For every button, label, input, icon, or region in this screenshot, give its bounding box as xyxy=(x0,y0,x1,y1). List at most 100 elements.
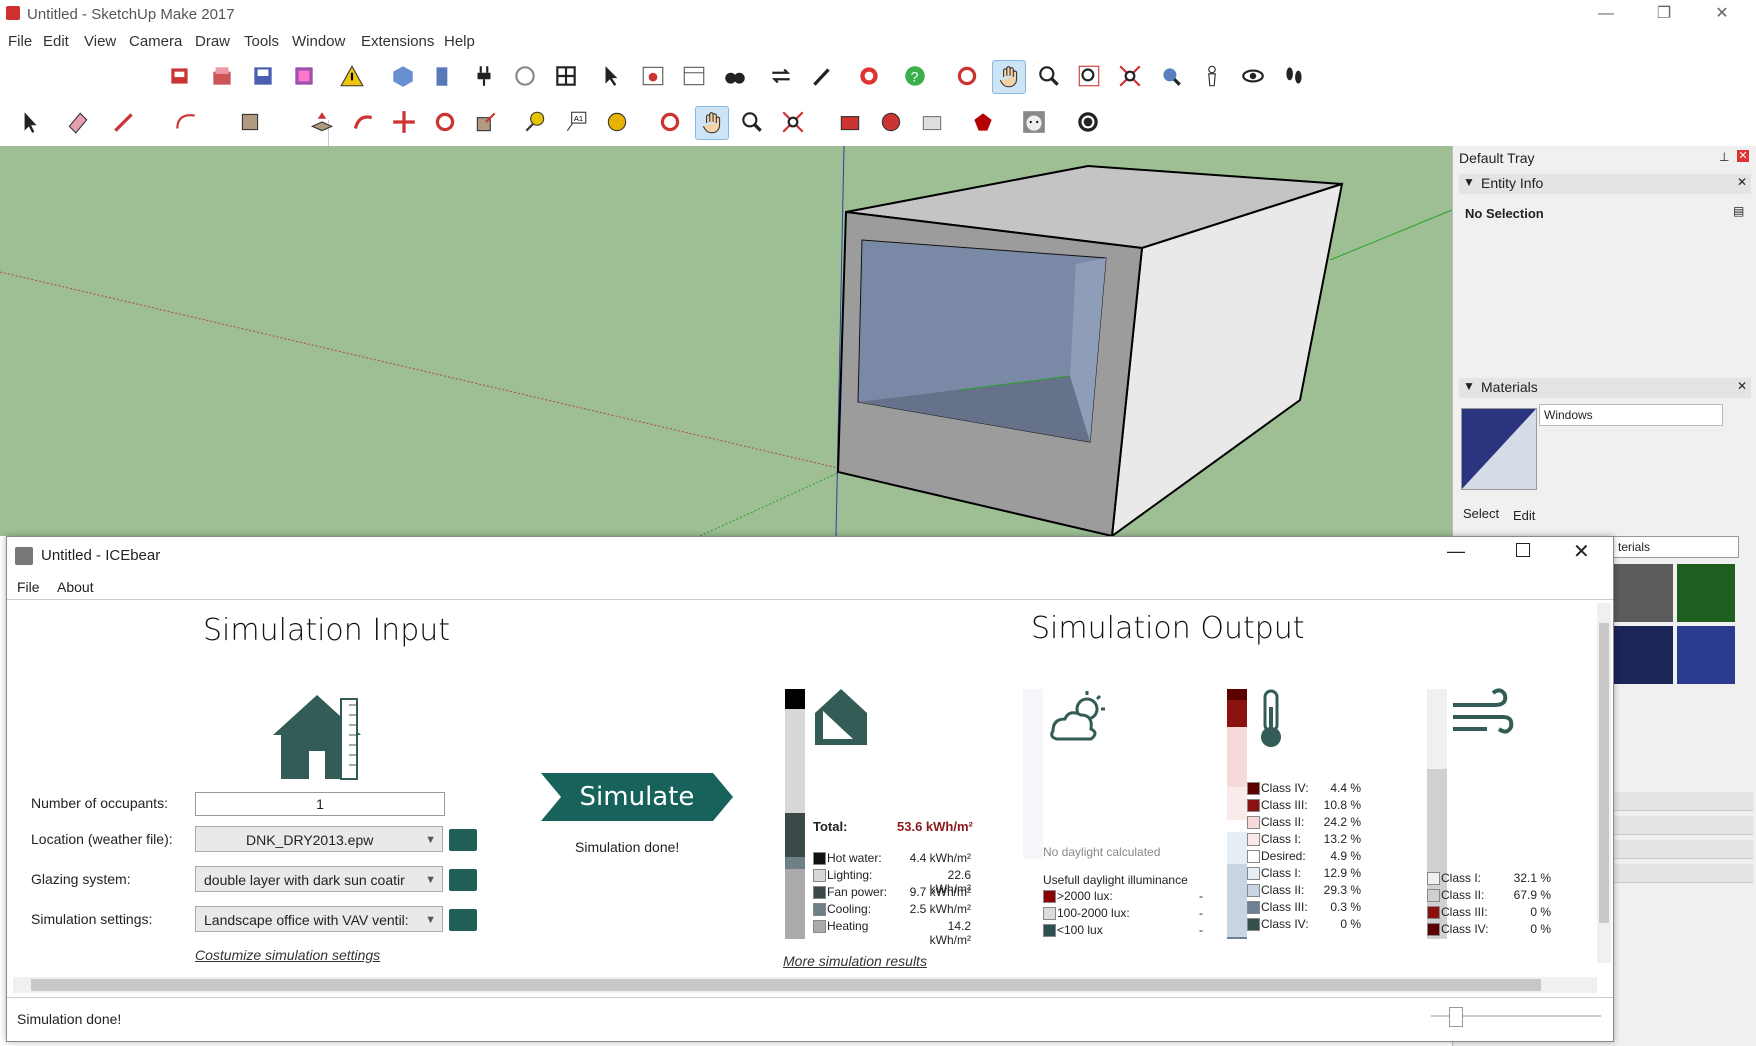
menu-window[interactable]: Window xyxy=(292,33,345,50)
menu-view[interactable]: View xyxy=(84,33,116,50)
zoom-tool-icon[interactable] xyxy=(736,106,768,138)
swap-icon[interactable] xyxy=(765,60,797,92)
settings-dropdown[interactable]: Landscape office with VAV ventil: ▼ xyxy=(195,906,443,932)
menu-tools[interactable]: Tools xyxy=(244,33,279,50)
icebear-close-button[interactable]: ✕ xyxy=(1573,539,1590,564)
share-model-icon[interactable] xyxy=(916,106,948,138)
warning-icon[interactable] xyxy=(336,60,368,92)
horizontal-scrollbar[interactable] xyxy=(13,977,1597,993)
table-icon[interactable] xyxy=(678,60,710,92)
walk-icon[interactable] xyxy=(1278,60,1310,92)
rectangle-icon[interactable] xyxy=(234,106,266,138)
collapsed-panel[interactable] xyxy=(1613,840,1753,859)
share-component-icon[interactable] xyxy=(875,106,907,138)
push-pull-icon[interactable] xyxy=(306,106,338,138)
pan-tool-icon[interactable] xyxy=(695,106,729,140)
swatch-gray[interactable] xyxy=(1613,564,1673,622)
look-around-icon[interactable] xyxy=(1237,60,1269,92)
globe-icon[interactable] xyxy=(509,60,541,92)
customize-settings-link[interactable]: Costumize simulation settings xyxy=(195,947,380,963)
zoom-icon[interactable] xyxy=(1033,60,1065,92)
save-icon[interactable] xyxy=(247,60,279,92)
occupants-input[interactable]: 1 xyxy=(195,792,445,816)
arc-icon[interactable] xyxy=(170,106,202,138)
eraser-icon[interactable] xyxy=(62,106,94,138)
follow-me-icon[interactable] xyxy=(347,106,379,138)
vertical-scrollbar[interactable] xyxy=(1597,603,1611,963)
zoom-slider-thumb[interactable] xyxy=(1449,1007,1463,1027)
pan-icon[interactable] xyxy=(992,60,1026,94)
tray-close-icon[interactable]: ✕ xyxy=(1737,150,1749,162)
menu-help[interactable]: Help xyxy=(444,33,475,50)
icebear-menu-file[interactable]: File xyxy=(17,579,40,595)
select-tool-icon[interactable] xyxy=(14,106,46,138)
tape-measure-icon[interactable] xyxy=(519,106,551,138)
orbit-tool-icon[interactable] xyxy=(654,106,686,138)
model-viewport[interactable] xyxy=(0,146,1452,536)
simulate-button[interactable]: Simulate xyxy=(541,773,733,821)
location-dropdown[interactable]: DNK_DRY2013.epw ▼ xyxy=(195,826,443,852)
icebear-minimize-button[interactable]: — xyxy=(1447,541,1465,562)
glazing-dropdown[interactable]: double layer with dark sun coatir ▼ xyxy=(195,866,443,892)
reload-icon[interactable] xyxy=(1072,106,1104,138)
browser-icon[interactable] xyxy=(637,60,669,92)
maximize-button[interactable]: ❐ xyxy=(1641,2,1687,26)
panel-close-icon[interactable]: ✕ xyxy=(1737,175,1747,189)
collapsed-panel[interactable] xyxy=(1613,864,1753,883)
folder-icon[interactable] xyxy=(449,829,477,851)
tab-select[interactable]: Select xyxy=(1463,506,1499,521)
entity-info-header[interactable]: ▼ Entity Info ✕ xyxy=(1459,174,1751,194)
text-tool-icon[interactable]: A1 xyxy=(560,106,592,138)
scrollbar-thumb[interactable] xyxy=(1599,623,1609,923)
rotate-icon[interactable] xyxy=(429,106,461,138)
select-question-icon[interactable] xyxy=(596,60,628,92)
zoom-extents-icon[interactable] xyxy=(1114,60,1146,92)
swatch-green[interactable] xyxy=(1677,564,1735,622)
binoculars-icon[interactable] xyxy=(719,60,751,92)
details-icon[interactable]: ▤ xyxy=(1733,204,1744,218)
menu-file[interactable]: File xyxy=(8,33,32,50)
plug-icon[interactable] xyxy=(468,60,500,92)
menu-camera[interactable]: Camera xyxy=(129,33,182,50)
grid-icon[interactable] xyxy=(550,60,582,92)
folder-icon[interactable] xyxy=(449,909,477,931)
material-collection-dropdown[interactable]: terials xyxy=(1613,536,1739,558)
materials-header[interactable]: ▼ Materials ✕ xyxy=(1459,378,1751,398)
paint-bucket-icon[interactable] xyxy=(601,106,633,138)
panel-close-icon[interactable]: ✕ xyxy=(1737,379,1747,393)
menu-edit[interactable]: Edit xyxy=(43,33,69,50)
swatch-navy[interactable] xyxy=(1613,626,1673,684)
menu-draw[interactable]: Draw xyxy=(195,33,230,50)
icebear-icon[interactable] xyxy=(1018,106,1050,138)
move-icon[interactable] xyxy=(388,106,420,138)
building-icon[interactable] xyxy=(427,60,459,92)
collapsed-panel[interactable] xyxy=(1613,816,1753,835)
pin-icon[interactable]: ⊥ xyxy=(1719,150,1729,164)
position-camera-icon[interactable] xyxy=(1196,60,1228,92)
pencil-icon[interactable] xyxy=(108,106,140,138)
zoom-extents-tool-icon[interactable] xyxy=(777,106,809,138)
minimize-button[interactable]: — xyxy=(1583,2,1629,26)
help-icon[interactable]: ? xyxy=(899,60,931,92)
swatch-blue[interactable] xyxy=(1677,626,1735,684)
material-name-field[interactable]: Windows xyxy=(1539,404,1723,426)
cube-icon[interactable] xyxy=(387,60,419,92)
model-info-icon[interactable] xyxy=(164,60,196,92)
wrench-icon[interactable] xyxy=(806,60,838,92)
zoom-slider[interactable] xyxy=(1431,1007,1601,1027)
icebear-maximize-button[interactable] xyxy=(1516,543,1530,557)
extension-warehouse-icon[interactable] xyxy=(853,60,885,92)
orbit-icon[interactable] xyxy=(951,60,983,92)
menu-extensions[interactable]: Extensions xyxy=(361,33,434,50)
tab-edit[interactable]: Edit xyxy=(1513,508,1535,523)
collapsed-panel[interactable] xyxy=(1613,792,1753,811)
layers-icon[interactable] xyxy=(288,60,320,92)
folder-icon[interactable] xyxy=(449,869,477,891)
3d-warehouse-icon[interactable] xyxy=(834,106,866,138)
more-results-link[interactable]: More simulation results xyxy=(783,953,927,969)
zoom-window-icon[interactable] xyxy=(1073,60,1105,92)
icebear-menu-about[interactable]: About xyxy=(57,579,94,595)
components-icon[interactable] xyxy=(206,60,238,92)
close-button[interactable]: ✕ xyxy=(1699,2,1745,26)
scrollbar-thumb[interactable] xyxy=(31,979,1541,991)
